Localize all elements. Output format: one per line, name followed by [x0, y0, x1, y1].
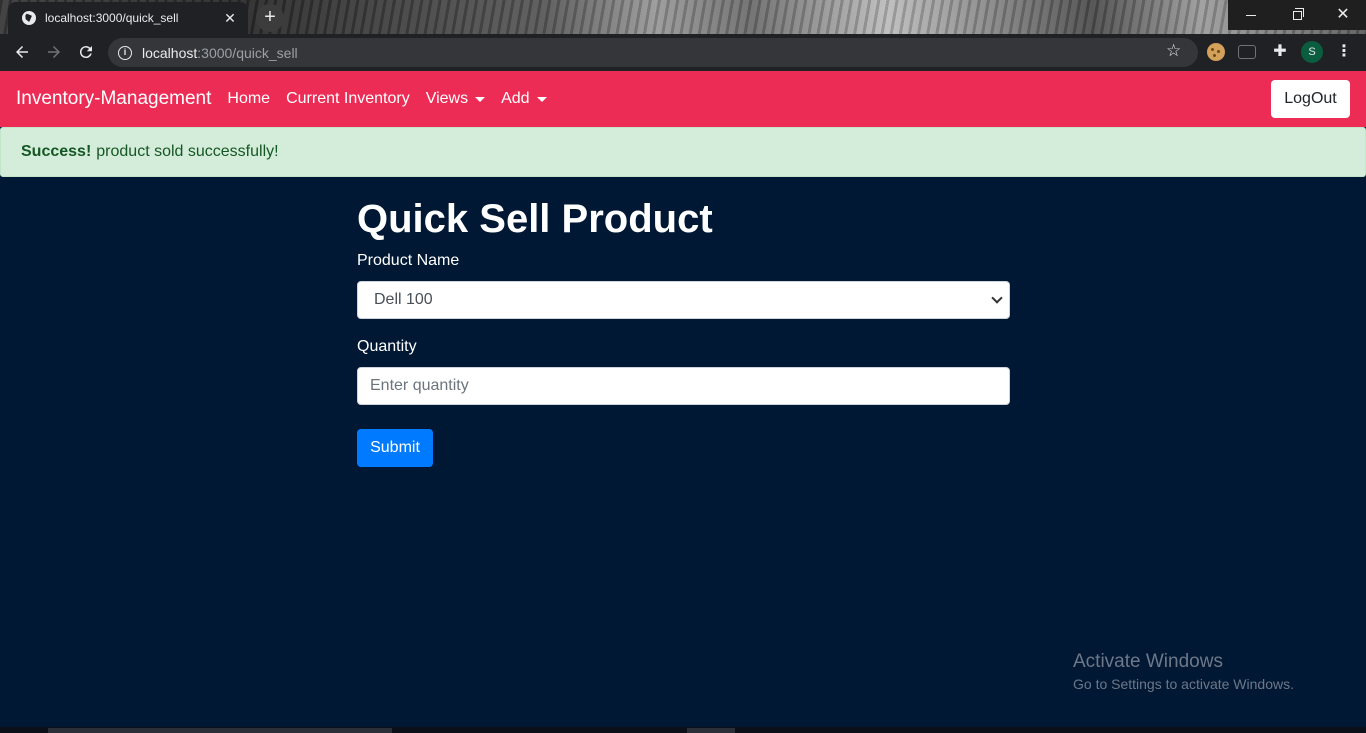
chevron-down-icon [991, 292, 1003, 304]
browser-menu-icon[interactable]: ⋮ [1336, 42, 1352, 62]
puzzle-icon[interactable]: ✚ [1271, 43, 1289, 61]
alert-strong: Success! [21, 143, 92, 160]
quantity-label: Quantity [357, 338, 417, 355]
arrow-left-icon [16, 46, 28, 58]
info-icon[interactable]: i [118, 45, 132, 60]
tab-title: localhost:3000/quick_sell [45, 11, 179, 25]
profile-avatar[interactable]: S [1301, 41, 1323, 63]
url-path: :3000/quick_sell [197, 44, 298, 61]
nav-home-label: Home [227, 90, 271, 107]
scrollbar-thumb[interactable] [687, 728, 735, 733]
forward-button[interactable] [42, 40, 66, 64]
nav-home[interactable]: Home [227, 90, 270, 108]
caret-down-icon [536, 96, 547, 102]
alert-message: product sold successfully! [96, 143, 279, 160]
logout-button[interactable]: LogOut [1271, 80, 1350, 118]
extension-icon[interactable] [1238, 45, 1256, 59]
watermark-subtitle: Go to Settings to activate Windows. [1073, 676, 1294, 692]
product-select[interactable]: Dell 100 [357, 281, 1010, 319]
globe-icon [22, 11, 36, 25]
nav-links: Home Current Inventory Views Add [227, 90, 562, 108]
app-navbar: Inventory-Management Home Current Invent… [0, 71, 1366, 127]
nav-current-inventory-label: Current Inventory [286, 90, 410, 107]
browser-tab[interactable]: localhost:3000/quick_sell ✕ [8, 2, 248, 34]
nav-add-label: Add [501, 90, 530, 107]
arrow-right-icon [48, 46, 60, 58]
cookie-extension-icon[interactable] [1207, 43, 1225, 61]
url-host: localhost [142, 44, 198, 61]
page-title: Quick Sell Product [357, 197, 713, 241]
scrollbar-thumb[interactable] [48, 728, 392, 733]
new-tab-button[interactable]: + [256, 4, 284, 32]
close-tab-icon[interactable]: ✕ [222, 10, 238, 27]
watermark-title: Activate Windows [1073, 651, 1223, 672]
reload-icon [79, 46, 92, 59]
restore-button[interactable] [1274, 0, 1320, 30]
success-alert: Success! product sold successfully! [0, 127, 1366, 177]
nav-add-dropdown[interactable]: Add [501, 90, 547, 108]
product-name-label: Product Name [357, 252, 460, 269]
nav-views-dropdown[interactable]: Views [425, 90, 486, 108]
quantity-input[interactable] [357, 367, 1010, 405]
nav-current-inventory[interactable]: Current Inventory [286, 90, 410, 108]
browser-toolbar: i localhost:3000/quick_sell ☆ ✚ S ⋮ [0, 34, 1366, 71]
bookmark-star-icon[interactable]: ☆ [1166, 41, 1181, 61]
product-selected-value: Dell 100 [374, 291, 433, 308]
back-button[interactable] [10, 40, 34, 64]
close-icon: ✕ [1336, 6, 1350, 23]
caret-down-icon [475, 96, 486, 102]
submit-button[interactable]: Submit [357, 429, 433, 467]
restore-icon [1292, 7, 1304, 20]
reload-button[interactable] [74, 40, 98, 64]
minimize-icon [1246, 14, 1256, 16]
nav-views-label: Views [425, 90, 469, 107]
address-bar[interactable]: i localhost:3000/quick_sell [108, 38, 1198, 67]
brand-link[interactable]: Inventory-Management [16, 88, 211, 110]
minimize-button[interactable] [1228, 0, 1274, 30]
close-window-button[interactable]: ✕ [1320, 0, 1366, 30]
